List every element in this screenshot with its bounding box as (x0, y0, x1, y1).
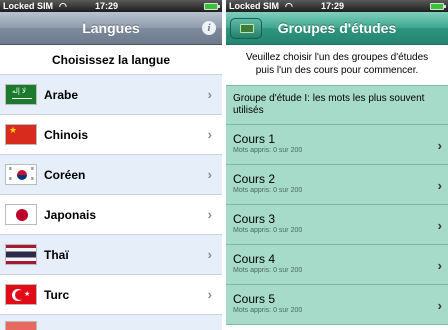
language-label: Coréen (44, 167, 86, 182)
carrier-label: Locked SIM (3, 1, 54, 11)
course-progress: Mots appris: 0 sur 200 (233, 227, 303, 234)
nav-title: Groupes d'études (277, 20, 397, 36)
language-label: Chinois (44, 127, 88, 142)
language-label: Arabe (44, 87, 79, 102)
language-list: لا إله Arabe › ★ Chinois › ≡ ≡ ≡ ≡ Coréen … (0, 75, 222, 330)
wifi-icon: ◠ (285, 1, 293, 11)
course-title: Cours 4 (233, 252, 276, 266)
language-label: Thaï (44, 247, 69, 262)
wifi-icon: ◠ (59, 1, 67, 11)
course-title: Cours 1 (233, 132, 276, 146)
battery-icon (204, 3, 220, 10)
course-progress: Mots appris: 0 sur 200 (233, 147, 303, 154)
flag-china-icon: ★ (5, 124, 37, 145)
course-list: Cours 1 Mots appris: 0 sur 200 › Cours 2… (226, 125, 448, 325)
language-label: Turc (44, 287, 70, 302)
chevron-right-icon: › (207, 127, 212, 142)
book-icon (240, 24, 254, 33)
chevron-right-icon: › (207, 287, 212, 302)
flag-saudi-arabia-icon: لا إله (5, 84, 37, 105)
nav-title: Langues (82, 20, 140, 36)
course-title: Cours 3 (233, 212, 276, 226)
language-label: Japonais (44, 207, 97, 222)
flag-turkey-icon: ★ (5, 284, 37, 305)
chevron-right-icon: › (437, 298, 442, 313)
course-title: Cours 2 (233, 172, 276, 186)
study-groups-screen: Locked SIM ◠ 17:29 Groupes d'études Veui… (226, 0, 448, 330)
chevron-right-icon: › (207, 247, 212, 262)
instructions-text: Veuillez choisir l'un des groupes d'étud… (226, 45, 448, 85)
nav-bar: Langues i (0, 12, 222, 45)
language-item-arabe[interactable]: لا إله Arabe › (0, 75, 222, 115)
chevron-right-icon: › (207, 207, 212, 222)
study-group-header: Groupe d'étude I: les mots les plus souv… (226, 85, 448, 125)
course-progress: Mots appris: 0 sur 200 (233, 307, 303, 314)
course-item-1[interactable]: Cours 1 Mots appris: 0 sur 200 › (226, 125, 448, 165)
chevron-right-icon: › (437, 218, 442, 233)
course-item-2[interactable]: Cours 2 Mots appris: 0 sur 200 › (226, 165, 448, 205)
back-button[interactable] (230, 18, 262, 39)
language-item-chinois[interactable]: ★ Chinois › (0, 115, 222, 155)
language-item-thai[interactable]: Thaï › (0, 235, 222, 275)
nav-bar: Groupes d'études (226, 12, 448, 45)
flag-korea-icon: ≡ ≡ ≡ ≡ (5, 164, 37, 185)
info-icon[interactable]: i (202, 21, 216, 35)
course-item-3[interactable]: Cours 3 Mots appris: 0 sur 200 › (226, 205, 448, 245)
carrier-label: Locked SIM (229, 1, 280, 11)
languages-screen: Locked SIM ◠ 17:29 Langues i Choisissez … (0, 0, 222, 330)
flag-japan-icon (5, 204, 37, 225)
language-item-coreen[interactable]: ≡ ≡ ≡ ≡ Coréen › (0, 155, 222, 195)
course-item-4[interactable]: Cours 4 Mots appris: 0 sur 200 › (226, 245, 448, 285)
flag-thailand-icon (5, 244, 37, 265)
flag-icon (5, 320, 37, 330)
language-item-partial[interactable] (0, 315, 222, 330)
chevron-right-icon: › (437, 178, 442, 193)
clock: 17:29 (321, 1, 345, 11)
course-progress: Mots appris: 0 sur 200 (233, 267, 303, 274)
course-item-5[interactable]: Cours 5 Mots appris: 0 sur 200 › (226, 285, 448, 325)
language-item-japonais[interactable]: Japonais › (0, 195, 222, 235)
chevron-right-icon: › (207, 87, 212, 102)
chevron-right-icon: › (437, 138, 442, 153)
status-bar: Locked SIM ◠ 17:29 (0, 0, 222, 12)
chevron-right-icon: › (437, 258, 442, 273)
language-item-turc[interactable]: ★ Turc › (0, 275, 222, 315)
course-title: Cours 5 (233, 292, 276, 306)
clock: 17:29 (95, 1, 119, 11)
status-bar: Locked SIM ◠ 17:29 (226, 0, 448, 12)
course-progress: Mots appris: 0 sur 200 (233, 187, 303, 194)
battery-icon (430, 3, 446, 10)
page-subtitle: Choisissez la langue (0, 45, 222, 75)
chevron-right-icon: › (207, 167, 212, 182)
